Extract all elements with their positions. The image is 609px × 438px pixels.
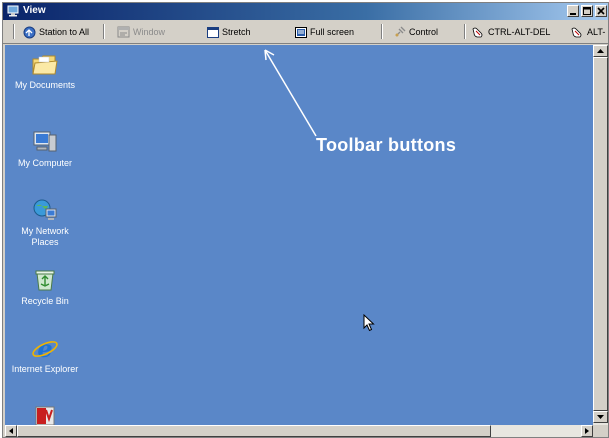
maximize-button[interactable] — [581, 5, 593, 17]
close-button[interactable] — [595, 5, 607, 17]
maximize-icon — [583, 7, 591, 15]
toolbar-separator — [103, 24, 105, 39]
alt-label: ALT- — [587, 27, 606, 37]
ctrl-alt-del-label: CTRL-ALT-DEL — [488, 27, 551, 37]
stretch-button[interactable]: Stretch — [207, 24, 251, 40]
station-to-all-label: Station to All — [39, 27, 90, 37]
scroll-down-button[interactable] — [593, 411, 608, 423]
desktop-icon-label: My Network Places — [21, 226, 69, 247]
toolbar-separator — [381, 24, 383, 39]
desktop-icon-label: Internet Explorer — [11, 364, 79, 374]
minimize-button[interactable] — [567, 5, 579, 17]
desktop-icon-label: Recycle Bin — [21, 296, 69, 306]
toolbar-separator — [464, 24, 466, 39]
ctrl-alt-del-button[interactable]: CTRL-ALT-DEL — [471, 24, 550, 40]
close-icon — [597, 7, 605, 15]
folder-icon — [32, 55, 58, 75]
arrow-up-icon — [597, 49, 604, 53]
desktop-icon-my-computer[interactable]: My Computer — [10, 129, 80, 169]
svg-text:e: e — [37, 335, 52, 361]
desktop-icon-my-documents[interactable]: My Documents — [10, 53, 80, 91]
scroll-left-button[interactable] — [5, 425, 17, 437]
scroll-right-button[interactable] — [581, 425, 593, 437]
arrow-down-icon — [597, 415, 604, 419]
control-label: Control — [409, 27, 439, 37]
adobe-reader-icon — [35, 406, 55, 425]
window-icon — [117, 26, 130, 38]
vertical-scroll-thumb[interactable] — [593, 57, 608, 411]
stretch-label: Stretch — [222, 27, 251, 37]
toolbar: Station to All Window Stretch Full scree… — [3, 20, 608, 44]
view-window: View Station to All Window Stretch Full … — [2, 2, 609, 438]
station-to-all-button[interactable]: Station to All — [23, 24, 89, 40]
full-screen-label: Full screen — [310, 27, 355, 37]
minimize-icon — [570, 13, 576, 15]
window-label: Window — [133, 27, 166, 37]
full-screen-button[interactable]: Full screen — [295, 24, 354, 40]
desktop-icon-label: My Documents — [14, 80, 76, 90]
control-button[interactable]: Control — [394, 24, 438, 40]
mouse-cursor-icon — [363, 314, 375, 332]
alt-button[interactable]: ALT- — [570, 24, 605, 40]
desktop-icon-recycle-bin[interactable]: Recycle Bin — [10, 267, 80, 307]
internet-explorer-icon: e — [32, 335, 58, 361]
broadcast-icon — [23, 26, 36, 38]
title-bar[interactable]: View — [3, 3, 608, 20]
computer-icon — [33, 131, 57, 152]
desktop-icon-label: My Computer — [17, 158, 72, 168]
stretch-icon — [207, 26, 219, 38]
toolbar-separator — [13, 24, 15, 39]
scroll-up-button[interactable] — [593, 45, 608, 57]
horizontal-scroll-thumb[interactable] — [17, 425, 491, 437]
window-button[interactable]: Window — [117, 24, 165, 40]
network-icon — [33, 199, 57, 220]
remote-desktop-view[interactable]: My Documents My Computer My Network Plac… — [5, 45, 593, 425]
desktop-icon-internet-explorer[interactable]: e Internet Explorer — [10, 335, 80, 375]
window-title: View — [23, 5, 46, 16]
full-screen-icon — [295, 26, 307, 38]
recycle-bin-icon — [35, 270, 55, 291]
arrow-right-icon — [585, 428, 589, 434]
desktop-icon-my-network-places[interactable]: My Network Places — [10, 197, 80, 248]
vertical-scrollbar[interactable] — [593, 45, 608, 425]
app-icon — [7, 5, 19, 17]
keyboard-hand-icon — [472, 27, 483, 37]
control-icon — [395, 26, 406, 37]
annotation-label: Toolbar buttons — [316, 135, 457, 155]
desktop-icon-adobe-reader[interactable] — [10, 405, 80, 425]
horizontal-scrollbar[interactable] — [5, 425, 593, 437]
arrow-left-icon — [9, 428, 13, 434]
keyboard-hand-icon — [571, 27, 582, 37]
